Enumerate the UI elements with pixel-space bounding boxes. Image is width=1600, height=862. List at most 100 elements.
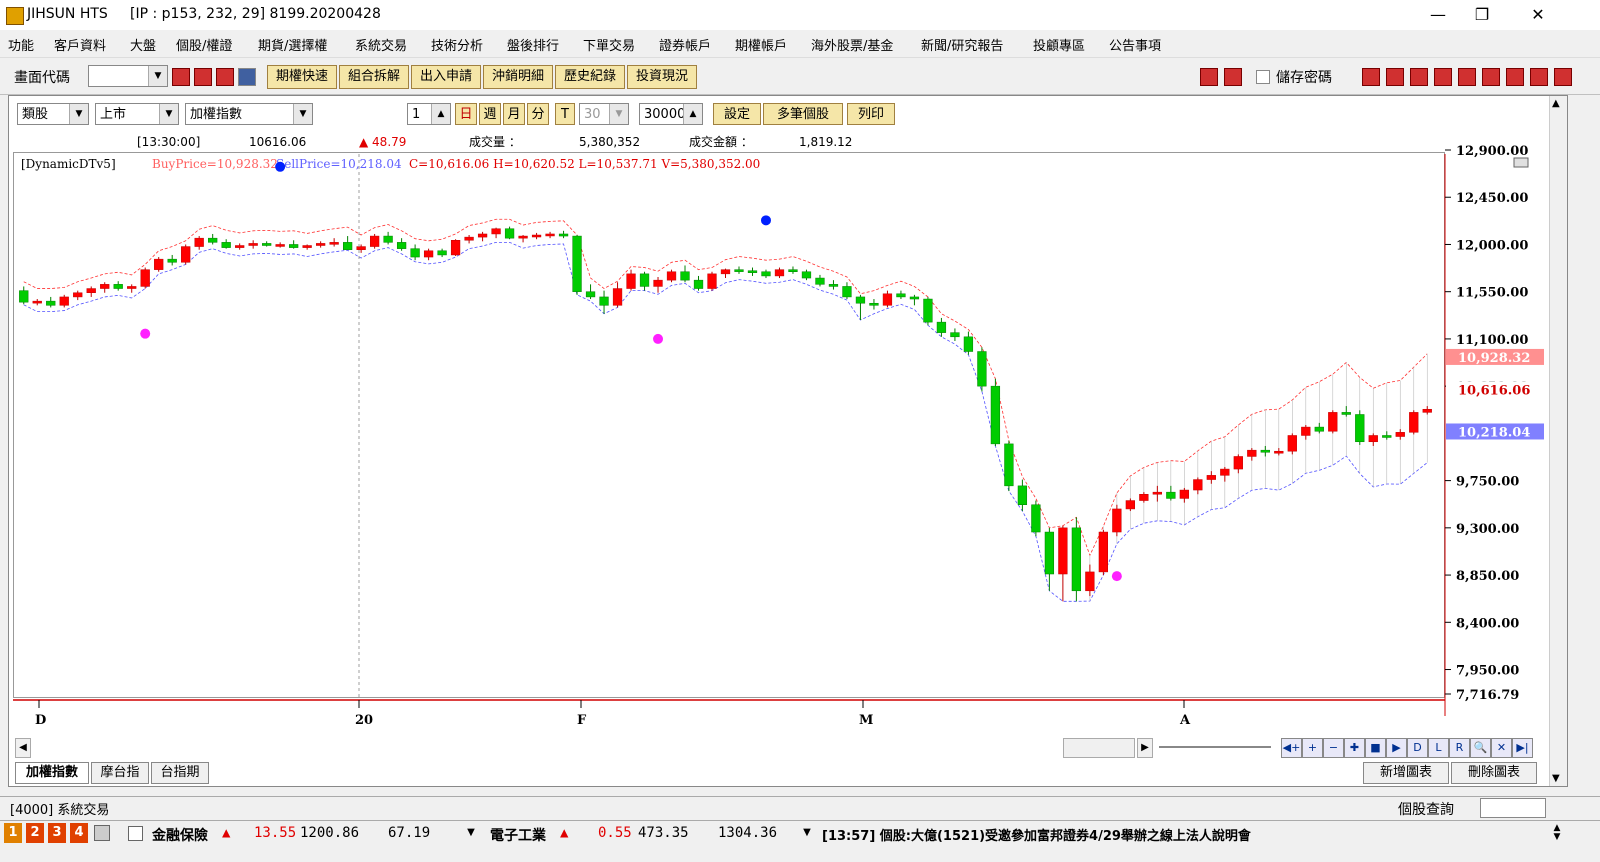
candle-body <box>316 243 326 246</box>
menu-item[interactable]: 證券帳戶 <box>659 35 711 54</box>
layout-icon[interactable] <box>1410 68 1428 86</box>
window-icon[interactable] <box>1386 68 1404 86</box>
toolbar-button-offset[interactable]: 沖銷明細 <box>483 65 553 89</box>
candle-body <box>761 271 771 277</box>
delete-chart-button[interactable]: 刪除圖表 <box>1451 762 1537 784</box>
toolbar-button-combo[interactable]: 組合拆解 <box>339 65 409 89</box>
chart-nav-button[interactable]: − <box>1323 738 1344 758</box>
page-4[interactable]: 4 <box>70 823 88 843</box>
lock-icon[interactable] <box>1530 68 1548 86</box>
chart-nav-button[interactable]: ▶| <box>1512 738 1533 758</box>
signal-dot <box>140 328 151 339</box>
minimize-icon[interactable]: — <box>1418 4 1458 26</box>
screen-code-select[interactable]: ▼ <box>88 65 168 87</box>
y-tick-label: 12,450.00 <box>1456 191 1528 206</box>
scroll-right-icon[interactable]: ▶ <box>1137 738 1153 758</box>
candlestick-chart[interactable]: 12,900.00 12,450.00 12,000.00 11,550.00 11,1… <box>9 96 1567 786</box>
lock-icon[interactable] <box>94 825 110 841</box>
menu-item[interactable]: 下單交易 <box>583 35 635 54</box>
page-3[interactable]: 3 <box>48 823 66 843</box>
menu-item[interactable]: 客戶資料 <box>54 35 106 54</box>
scroll-up-icon[interactable]: ▲ <box>1552 98 1560 109</box>
menu-item[interactable]: 新聞/研究報告 <box>921 35 1003 54</box>
quote-ticker: 1 2 3 4 金融保險 ▲ 13.55 1200.86 67.19 ▼ 電子工… <box>0 820 1600 845</box>
menu-item[interactable]: 投顧專區 <box>1033 35 1085 54</box>
image-icon[interactable] <box>1482 68 1500 86</box>
title-bar: JIHSUN HTS [IP : p153, 232, 29] 8199.202… <box>0 0 1600 30</box>
menu-item[interactable]: 公告事項 <box>1109 35 1161 54</box>
candle-body <box>100 284 110 289</box>
toolbar-button-history[interactable]: 歷史紀錄 <box>555 65 625 89</box>
menu-item[interactable]: 盤後排行 <box>507 35 559 54</box>
tab-msci[interactable]: 摩台指 <box>91 762 149 784</box>
text-icon[interactable] <box>1458 68 1476 86</box>
dropdown-icon[interactable] <box>238 68 256 86</box>
candle-body <box>396 242 407 249</box>
candle-body <box>1017 485 1028 505</box>
arrow-right-icon[interactable] <box>1224 68 1242 86</box>
chart-nav-button[interactable]: + <box>1302 738 1323 758</box>
chart-nav-button[interactable]: ◀+ <box>1281 738 1302 758</box>
save-password-checkbox[interactable] <box>1256 70 1270 84</box>
chevron-down-icon[interactable]: ▼ <box>460 824 482 842</box>
zoom-slider[interactable] <box>1159 746 1271 748</box>
close-icon[interactable]: ✕ <box>1518 4 1558 26</box>
candle-body <box>1206 475 1216 480</box>
q2-name: 電子工業 <box>490 828 546 844</box>
toolbar-button-investment[interactable]: 投資現況 <box>627 65 697 89</box>
calendar-icon[interactable] <box>216 68 234 86</box>
menu-item[interactable]: 技術分析 <box>431 35 483 54</box>
candle-body <box>73 292 83 298</box>
restore-icon[interactable]: ❐ <box>1462 4 1502 26</box>
tab-tx[interactable]: 台指期 <box>151 762 209 784</box>
page-1[interactable]: 1 <box>4 823 22 843</box>
toolbar-button-options-quick[interactable]: 期權快速 <box>267 65 337 89</box>
chevron-down-icon[interactable]: ▼ <box>796 824 818 842</box>
add-chart-button[interactable]: 新增圖表 <box>1363 762 1449 784</box>
candle-body <box>383 235 393 243</box>
chart-nav-button[interactable]: ■ <box>1365 738 1386 758</box>
print-icon[interactable] <box>1554 68 1572 86</box>
tool-icon[interactable] <box>1434 68 1452 86</box>
chart-icon[interactable] <box>1506 68 1524 86</box>
candle-body <box>140 269 150 287</box>
y-tick-label: 12,000.00 <box>1456 238 1528 253</box>
chart-nav-button[interactable]: ✕ <box>1491 738 1512 758</box>
search-icon[interactable] <box>172 68 190 86</box>
menu-item[interactable]: 期貨/選擇權 <box>258 35 327 54</box>
ticker-checkbox[interactable] <box>128 826 143 841</box>
x-tick-label: F <box>577 713 587 728</box>
menu-item[interactable]: 海外股票/基金 <box>811 35 893 54</box>
tab-taiex[interactable]: 加權指數 <box>15 762 89 784</box>
menu-item[interactable]: 大盤 <box>130 35 156 54</box>
connection-info: [IP : p153, 232, 29] 8199.20200428 <box>130 6 381 22</box>
menu-item[interactable]: 個股/權證 <box>176 35 232 54</box>
page-2[interactable]: 2 <box>26 823 44 843</box>
candle-body <box>693 279 704 289</box>
ticker-scroll-icon[interactable]: ▲ ▼ <box>1550 824 1564 842</box>
chart-nav-button[interactable]: R <box>1449 738 1470 758</box>
stock-query-input[interactable] <box>1480 798 1546 818</box>
scroll-left-icon[interactable]: ◀ <box>15 738 31 758</box>
q1-name: 金融保險 <box>152 828 208 844</box>
candle-body <box>869 302 879 306</box>
scroll-down-icon[interactable]: ▼ <box>1552 773 1560 784</box>
y-tick-label: 12,900.00 <box>1456 144 1528 159</box>
signal-dot <box>1111 571 1122 582</box>
chart-nav-button[interactable]: L <box>1428 738 1449 758</box>
toolbar-button-deposit[interactable]: 出入申請 <box>411 65 481 89</box>
menu-item[interactable]: 期權帳戶 <box>735 35 787 54</box>
horizontal-scrollbar[interactable] <box>1063 738 1135 758</box>
vertical-scrollbar[interactable]: ▲ ▼ <box>1549 96 1567 786</box>
folder-icon[interactable] <box>194 68 212 86</box>
chart-nav-button[interactable]: D <box>1407 738 1428 758</box>
menu-item[interactable]: 系統交易 <box>355 35 407 54</box>
edit-icon[interactable] <box>1362 68 1380 86</box>
news-ticker[interactable]: [13:57] 個股:大億(1521)受邀參加富邦證券4/29舉辦之線上法人說明… <box>822 825 1251 844</box>
chart-nav-button[interactable]: ▶ <box>1386 738 1407 758</box>
arrow-left-icon[interactable] <box>1200 68 1218 86</box>
chart-nav-button[interactable]: 🔍 <box>1470 738 1491 758</box>
candle-body <box>1193 479 1203 491</box>
chart-nav-button[interactable]: ✚ <box>1344 738 1365 758</box>
menu-item[interactable]: 功能 <box>8 35 34 54</box>
